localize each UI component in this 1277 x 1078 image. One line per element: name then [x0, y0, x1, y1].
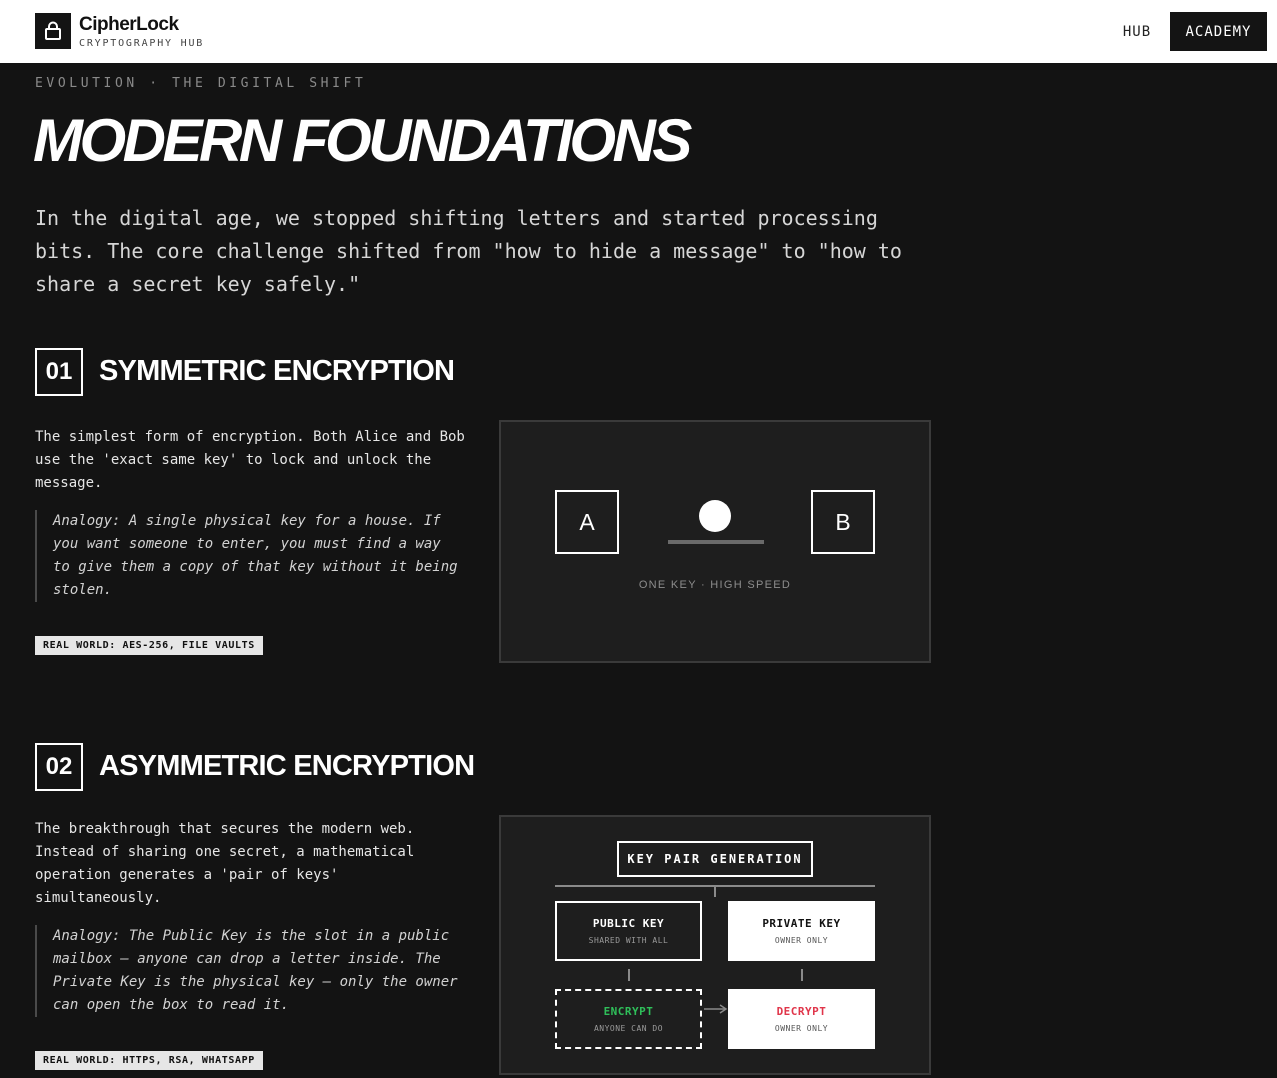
party-b-box: B: [811, 490, 875, 554]
lock-icon: [45, 21, 61, 40]
public-key-subtitle: SHARED WITH ALL: [588, 936, 669, 945]
logo[interactable]: [35, 13, 71, 49]
private-key-subtitle: OWNER ONLY: [774, 936, 829, 945]
public-key-title: PUBLIC KEY: [592, 917, 665, 930]
private-key-box: PRIVATE KEY OWNER ONLY: [728, 901, 875, 961]
key-bar: [668, 540, 764, 544]
symmetric-diagram-panel: A B ONE KEY · HIGH SPEED: [499, 420, 931, 663]
connector-tick: [714, 887, 716, 897]
key-dot-icon: [699, 500, 731, 532]
public-key-box: PUBLIC KEY SHARED WITH ALL: [555, 901, 702, 961]
decrypt-title: DECRYPT: [776, 1005, 827, 1018]
party-a-box: A: [555, 490, 619, 554]
brand-name[interactable]: CipherLock: [79, 14, 179, 36]
encrypt-title: ENCRYPT: [603, 1005, 654, 1018]
asymmetric-description: The breakthrough that secures the modern…: [35, 821, 415, 906]
eyebrow-label: EVOLUTION · THE DIGITAL SHIFT: [35, 76, 367, 91]
section-number-01: 01: [35, 348, 83, 396]
key-pair-generation-box: KEY PAIR GENERATION: [617, 841, 813, 877]
symmetric-description: The simplest form of encryption. Both Al…: [35, 429, 465, 491]
asymmetric-diagram-panel: KEY PAIR GENERATION PUBLIC KEY SHARED WI…: [499, 815, 931, 1075]
arrow-right-icon: [704, 1004, 728, 1014]
intro-paragraph: In the digital age, we stopped shifting …: [35, 206, 902, 296]
nav-academy-button[interactable]: ACADEMY: [1170, 12, 1267, 51]
section-title-asymmetric: ASYMMETRIC ENCRYPTION: [99, 750, 475, 782]
encrypt-subtitle: ANYONE CAN DO: [593, 1024, 664, 1033]
brand-subtitle: CRYPTOGRAPHY HUB: [79, 38, 205, 49]
public-connector-tick: [628, 969, 630, 981]
symmetric-analogy: Analogy: A single physical key for a hou…: [35, 510, 465, 602]
section-number-02: 02: [35, 743, 83, 791]
symmetric-caption: ONE KEY · HIGH SPEED: [638, 579, 792, 591]
asymmetric-real-world-tag: REAL WORLD: HTTPS, RSA, WHATSAPP: [35, 1051, 263, 1070]
symmetric-real-world-tag: REAL WORLD: AES-256, FILE VAULTS: [35, 636, 263, 655]
nav-hub-link[interactable]: HUB: [1110, 13, 1164, 50]
private-key-title: PRIVATE KEY: [762, 917, 841, 930]
private-connector-tick: [801, 969, 803, 981]
page-title: MODERN FOUNDATIONS: [33, 107, 692, 174]
decrypt-box: DECRYPT OWNER ONLY: [728, 989, 875, 1049]
encrypt-box: ENCRYPT ANYONE CAN DO: [555, 989, 702, 1049]
section-title-symmetric: SYMMETRIC ENCRYPTION: [99, 355, 455, 387]
top-bar: CipherLock CRYPTOGRAPHY HUB HUB ACADEMY: [0, 0, 1277, 63]
decrypt-subtitle: OWNER ONLY: [774, 1024, 829, 1033]
asymmetric-analogy: Analogy: The Public Key is the slot in a…: [35, 925, 465, 1017]
